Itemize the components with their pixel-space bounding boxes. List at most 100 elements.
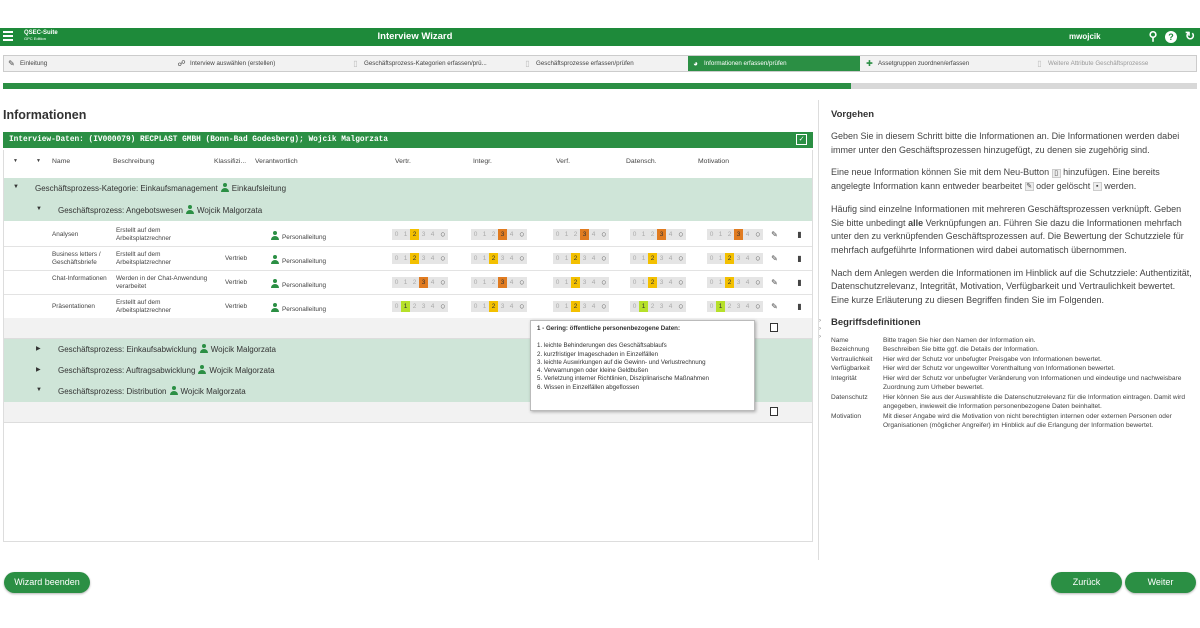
comment-icon[interactable]: ○ [753,301,763,312]
rating-value[interactable]: 4 [428,277,437,288]
col-motivation[interactable]: Motivation [698,158,729,165]
comment-icon[interactable]: ○ [599,277,609,288]
rating-value[interactable]: 1 [639,277,648,288]
rating-value[interactable]: 0 [471,301,480,312]
rating-value[interactable]: 3 [734,277,743,288]
rating-verf[interactable]: 0 1 2 3 4 ○ [553,229,609,240]
rating-value[interactable]: 1 [716,277,725,288]
rating-value[interactable]: 1 [401,301,410,312]
rating-value[interactable]: 2 [410,253,419,264]
search-icon[interactable]: ⚲ [1146,29,1160,43]
comment-icon[interactable]: ○ [753,253,763,264]
rating-value[interactable]: 0 [471,229,480,240]
comment-icon[interactable]: ○ [438,253,448,264]
rating-value[interactable]: 0 [707,277,716,288]
rating-value[interactable]: 1 [562,253,571,264]
rating-vertr[interactable]: 0 1 2 3 4 ○ [392,229,448,240]
new-document-icon[interactable] [770,407,778,416]
expand-icon[interactable]: ▼ [36,387,42,393]
rating-value[interactable]: 0 [392,277,401,288]
rating-value[interactable]: 2 [725,277,734,288]
rating-value[interactable]: 3 [657,301,666,312]
rating-value[interactable]: 3 [498,253,507,264]
rating-value[interactable]: 1 [639,301,648,312]
wizard-step-interview[interactable]: ☍ Interview auswählen (erstellen) [174,56,344,71]
rating-value[interactable]: 0 [392,253,401,264]
rating-value[interactable]: 2 [571,229,580,240]
chevron-right-icon[interactable]: › [819,326,821,332]
rating-motivation[interactable]: 0 1 2 3 4 ○ [707,253,763,264]
rating-value[interactable]: 0 [630,229,639,240]
rating-value[interactable]: 4 [428,229,437,240]
information-row[interactable]: Chat-Informationen Werden in der Chat-Anw… [4,271,812,295]
rating-value[interactable]: 3 [734,301,743,312]
information-row[interactable]: Analysen Erstellt auf dem Arbeitsplatzrec… [4,223,812,247]
rating-value[interactable]: 0 [471,253,480,264]
col-datensch[interactable]: Datensch. [626,158,657,165]
rating-verf[interactable]: 0 1 2 3 4 ○ [553,277,609,288]
col-verf[interactable]: Verf. [556,158,570,165]
rating-value[interactable]: 4 [589,277,598,288]
rating-value[interactable]: 3 [657,277,666,288]
rating-value[interactable]: 0 [553,277,562,288]
rating-value[interactable]: 3 [419,253,428,264]
comment-icon[interactable]: ○ [676,229,686,240]
rating-value[interactable]: 4 [507,301,516,312]
rating-value[interactable]: 0 [553,229,562,240]
rating-value[interactable]: 1 [480,301,489,312]
comment-icon[interactable]: ○ [599,301,609,312]
rating-value[interactable]: 1 [716,229,725,240]
next-button[interactable]: Weiter [1125,572,1196,593]
comment-icon[interactable]: ○ [438,301,448,312]
rating-value[interactable]: 1 [401,277,410,288]
rating-value[interactable]: 4 [589,229,598,240]
rating-integr[interactable]: 0 1 2 3 4 ○ [471,301,527,312]
rating-integr[interactable]: 0 1 2 3 4 ○ [471,229,527,240]
rating-value[interactable]: 0 [553,301,562,312]
rating-datensch[interactable]: 0 1 2 3 4 ○ [630,277,686,288]
refresh-icon[interactable]: ↻ [1183,29,1197,43]
edit-pencil-icon[interactable]: ✎ [769,277,780,288]
rating-value[interactable]: 4 [589,301,598,312]
rating-value[interactable]: 2 [410,229,419,240]
comment-icon[interactable]: ○ [517,277,527,288]
rating-value[interactable]: 1 [716,253,725,264]
rating-motivation[interactable]: 0 1 2 3 4 ○ [707,277,763,288]
rating-value[interactable]: 1 [562,229,571,240]
col-vertr[interactable]: Vertr. [395,158,411,165]
rating-value[interactable]: 0 [707,253,716,264]
rating-value[interactable]: 2 [648,277,657,288]
back-button[interactable]: Zurück [1051,572,1122,593]
rating-motivation[interactable]: 0 1 2 3 4 ○ [707,229,763,240]
rating-value[interactable]: 0 [707,301,716,312]
comment-icon[interactable]: ○ [599,253,609,264]
rating-value[interactable]: 4 [428,253,437,264]
rating-value[interactable]: 4 [589,253,598,264]
comment-icon[interactable]: ○ [753,277,763,288]
rating-value[interactable]: 4 [743,253,752,264]
rating-value[interactable]: 3 [580,253,589,264]
rating-value[interactable]: 3 [580,277,589,288]
sort-icon[interactable]: ▼ [36,158,41,164]
comment-icon[interactable]: ○ [517,301,527,312]
rating-value[interactable]: 4 [507,277,516,288]
rating-value[interactable]: 2 [410,277,419,288]
rating-datensch[interactable]: 0 1 2 3 4 ○ [630,253,686,264]
rating-value[interactable]: 4 [666,301,675,312]
rating-value[interactable]: 2 [571,301,580,312]
rating-value[interactable]: 1 [716,301,725,312]
rating-datensch[interactable]: 0 1 2 3 4 ○ [630,301,686,312]
rating-value[interactable]: 3 [419,229,428,240]
help-icon[interactable]: ? [1165,31,1177,43]
wizard-step-kategorien[interactable]: ▯ Geschäftsprozess-Kategorien erfassen/pr… [348,56,518,71]
rating-value[interactable]: 3 [580,301,589,312]
comment-icon[interactable]: ○ [517,229,527,240]
rating-value[interactable]: 3 [498,301,507,312]
comment-icon[interactable]: ○ [676,301,686,312]
rating-value[interactable]: 4 [428,301,437,312]
comment-icon[interactable]: ○ [517,253,527,264]
col-klassifizierung[interactable]: Klassifizi... [214,158,246,165]
col-name[interactable]: Name [52,158,70,165]
rating-value[interactable]: 2 [725,253,734,264]
rating-value[interactable]: 3 [419,301,428,312]
